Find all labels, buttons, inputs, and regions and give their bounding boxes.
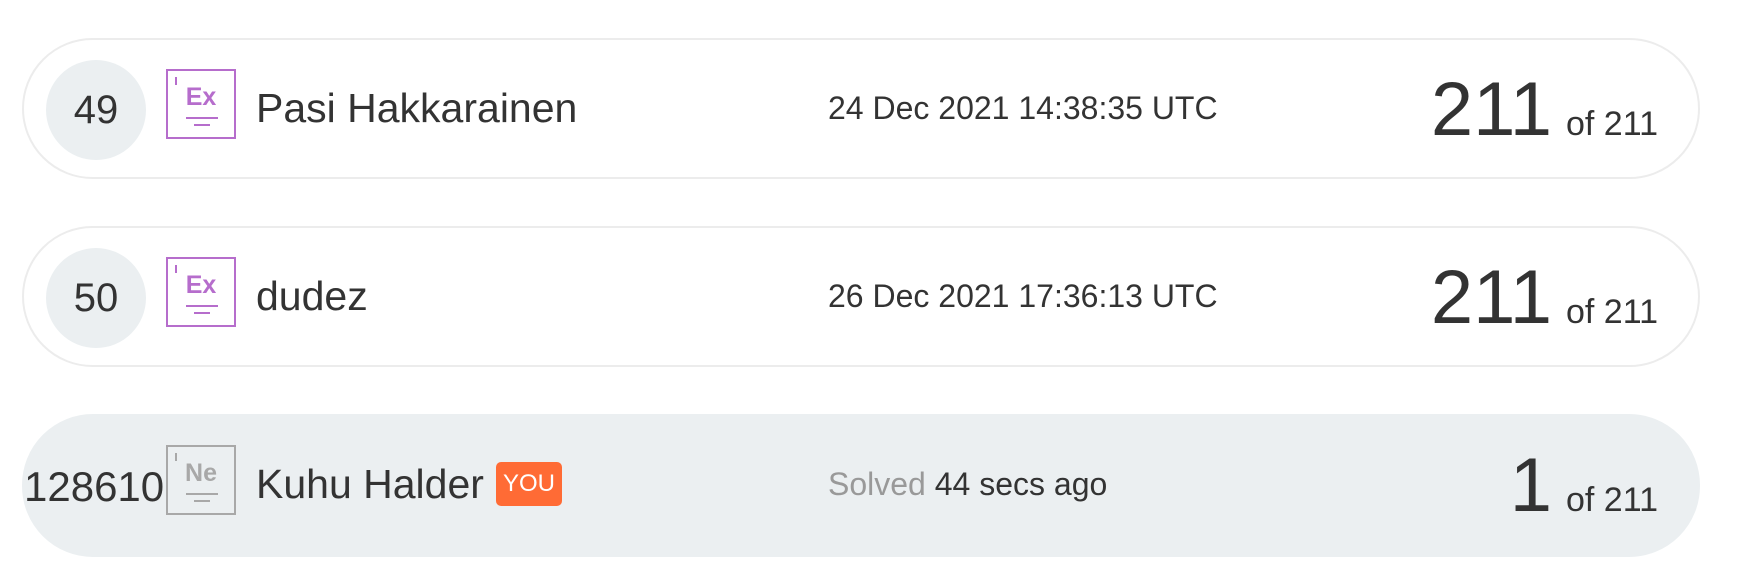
- badge-line: [186, 493, 218, 495]
- solved-prefix: Solved: [828, 466, 926, 502]
- you-badge: YOU: [495, 462, 562, 506]
- badge-line: [194, 312, 210, 314]
- badge-line: [194, 124, 210, 126]
- solved-date: Solved 44 secs ago: [828, 464, 1107, 504]
- leaderboard-row-current-user: 128610 Ne Kuhu Halder YOU Solved 44 secs…: [22, 414, 1700, 557]
- solved-date: 24 Dec 2021 14:38:35 UTC: [828, 90, 1218, 126]
- solved-time: 44 secs ago: [934, 466, 1108, 502]
- player-name: Kuhu Halder YOU: [256, 458, 562, 510]
- player-name-link[interactable]: dudez: [256, 270, 368, 322]
- leaderboard: 49 Ex Pasi Hakkarainen 24 Dec 2021 14:38…: [0, 0, 1740, 582]
- score-value: 1: [1509, 443, 1552, 528]
- level-badge-icon: Ex: [166, 69, 236, 139]
- leaderboard-row: 49 Ex Pasi Hakkarainen 24 Dec 2021 14:38…: [22, 38, 1700, 179]
- rank-circle: 49: [46, 60, 146, 160]
- score: 1 of 211: [1510, 438, 1658, 534]
- score: 211 of 211: [1431, 250, 1658, 346]
- player-name: dudez: [256, 270, 368, 322]
- solved-date: 26 Dec 2021 17:36:13 UTC: [828, 278, 1218, 314]
- level-code: Ne: [185, 459, 217, 487]
- score-total: of 211: [1565, 293, 1658, 331]
- leaderboard-row: 50 Ex dudez 26 Dec 2021 17:36:13 UTC 211…: [22, 226, 1700, 367]
- score-value: 211: [1430, 255, 1552, 340]
- player-name-link[interactable]: Kuhu Halder: [256, 458, 484, 510]
- player-name-link[interactable]: Pasi Hakkarainen: [256, 82, 577, 134]
- score-total: of 211: [1565, 481, 1658, 519]
- rank-circle: 50: [46, 248, 146, 348]
- score-value: 211: [1430, 67, 1552, 152]
- badge-line: [194, 500, 210, 502]
- player-name: Pasi Hakkarainen: [256, 82, 577, 134]
- badge-line: [186, 117, 218, 119]
- level-code: Ex: [185, 271, 217, 299]
- rank-number: 128610: [24, 463, 165, 510]
- score: 211 of 211: [1431, 62, 1658, 158]
- level-badge-icon: Ne: [166, 445, 236, 515]
- level-code: Ex: [185, 83, 217, 111]
- score-total: of 211: [1565, 105, 1658, 143]
- badge-line: [186, 305, 218, 307]
- level-badge-icon: Ex: [166, 257, 236, 327]
